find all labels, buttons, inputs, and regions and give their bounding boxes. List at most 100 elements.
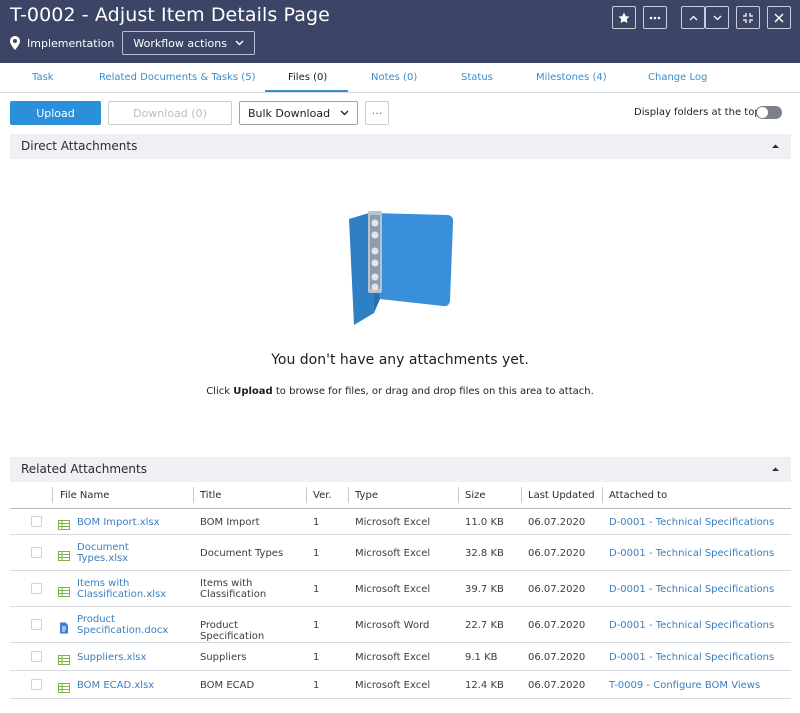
column-header-size[interactable]: Size xyxy=(465,490,486,501)
attached-to-link[interactable]: D-0001 - Technical Specifications xyxy=(609,584,791,595)
column-header-file-name[interactable]: File Name xyxy=(60,490,109,501)
row-checkbox[interactable] xyxy=(31,547,42,558)
file-name-link[interactable]: BOM ECAD.xlsx xyxy=(77,680,189,691)
file-type-line: Microsoft Excel xyxy=(355,516,431,528)
file-title-line: Document Types xyxy=(200,547,284,559)
file-name-link[interactable]: Items with Classification.xlsx xyxy=(77,578,189,600)
table-row[interactable]: BOM ECAD.xlsx BOM ECAD 1 Microsoft Excel 12.… xyxy=(10,671,791,699)
direct-attachments-header[interactable]: Direct Attachments xyxy=(10,134,791,159)
toolbar-more-button[interactable]: ··· xyxy=(365,101,389,125)
file-name-link-line[interactable]: Types.xlsx xyxy=(77,553,189,564)
file-title-line: BOM ECAD xyxy=(200,679,255,691)
column-header-version[interactable]: Ver. xyxy=(313,490,332,501)
file-name-link[interactable]: Document Types.xlsx xyxy=(77,542,189,564)
file-name-link-line[interactable]: Specification.docx xyxy=(77,625,189,636)
chevron-up-icon xyxy=(689,15,697,20)
file-title: BOM ECAD xyxy=(200,680,304,691)
row-checkbox[interactable] xyxy=(31,619,42,630)
table-row[interactable]: Document Types.xlsx Document Types 1 Microso… xyxy=(10,535,791,571)
row-checkbox[interactable] xyxy=(31,583,42,594)
attached-to-link-line[interactable]: T-0009 - Configure BOM Views xyxy=(609,680,791,691)
file-size-line: 12.4 KB xyxy=(465,679,504,691)
tab-milestones[interactable]: Milestones (4) xyxy=(536,72,607,83)
file-name-link-line[interactable]: BOM Import.xlsx xyxy=(77,517,189,528)
attached-to-link[interactable]: T-0009 - Configure BOM Views xyxy=(609,680,791,691)
row-checkbox[interactable] xyxy=(31,651,42,662)
attached-to-link-line[interactable]: D-0001 - Technical Specifications xyxy=(609,517,791,528)
file-name-link[interactable]: BOM Import.xlsx xyxy=(77,517,189,528)
attached-to-link[interactable]: D-0001 - Technical Specifications xyxy=(609,620,791,631)
collapse-caret-icon[interactable] xyxy=(771,465,780,474)
file-name-link-line[interactable]: Document xyxy=(77,542,189,553)
file-version-line: 1 xyxy=(313,516,320,528)
column-header-type[interactable]: Type xyxy=(355,490,378,501)
workflow-state-label: Implementation xyxy=(27,36,115,50)
file-size: 22.7 KB xyxy=(465,620,504,631)
column-separator xyxy=(458,487,459,503)
active-tab-indicator xyxy=(265,90,348,92)
tab-notes[interactable]: Notes (0) xyxy=(371,72,417,83)
collapse-caret-icon[interactable] xyxy=(771,142,780,151)
excel-icon xyxy=(58,651,70,665)
attached-to-link[interactable]: D-0001 - Technical Specifications xyxy=(609,652,791,663)
table-row[interactable]: Suppliers.xlsx Suppliers 1 Microsoft Excel 9… xyxy=(10,643,791,671)
chevron-down-icon xyxy=(235,40,244,46)
bulk-download-label: Bulk Download xyxy=(247,106,331,120)
table-row[interactable]: BOM Import.xlsx BOM Import 1 Microsoft Exce… xyxy=(10,509,791,535)
tab-files[interactable]: Files (0) xyxy=(288,72,327,83)
tab-status[interactable]: Status xyxy=(461,72,493,83)
empty-hint-suffix: to browse for files, or drag and drop fi… xyxy=(275,386,594,397)
related-attachments-header[interactable]: Related Attachments xyxy=(10,457,791,482)
excel-icon xyxy=(58,679,70,693)
attached-to-link-line[interactable]: D-0001 - Technical Specifications xyxy=(609,584,791,595)
bulk-download-button[interactable]: Bulk Download xyxy=(239,101,358,125)
favorite-button[interactable] xyxy=(612,6,636,29)
attached-to-link-line[interactable]: D-0001 - Technical Specifications xyxy=(609,652,791,663)
tab-related-documents[interactable]: Related Documents & Tasks (5) xyxy=(99,72,255,83)
file-size: 32.8 KB xyxy=(465,548,504,559)
column-header-title[interactable]: Title xyxy=(200,490,221,501)
file-name-link[interactable]: Suppliers.xlsx xyxy=(77,652,189,663)
upload-button[interactable]: Upload xyxy=(10,101,101,125)
file-size-line: 11.0 KB xyxy=(465,516,504,528)
close-button[interactable] xyxy=(767,6,791,29)
excel-icon xyxy=(58,516,70,530)
file-last-updated-line: 06.07.2020 xyxy=(528,547,586,559)
page-title: T-0002 - Adjust Item Details Page xyxy=(10,4,330,26)
file-title-line: Product Specification xyxy=(200,619,265,642)
file-type: Microsoft Excel xyxy=(355,584,430,595)
file-name-link-line[interactable]: Suppliers.xlsx xyxy=(77,652,189,663)
attached-to-link-line[interactable]: D-0001 - Technical Specifications xyxy=(609,620,791,631)
file-size-line: 39.7 KB xyxy=(465,583,504,595)
tab-task[interactable]: Task xyxy=(32,72,54,83)
download-button[interactable]: Download (0) xyxy=(108,101,232,125)
row-checkbox[interactable] xyxy=(31,679,42,690)
more-actions-button[interactable] xyxy=(643,6,667,29)
table-row[interactable]: Product Specification.docx Product Specifi… xyxy=(10,607,791,643)
attached-to-link-line[interactable]: D-0001 - Technical Specifications xyxy=(609,548,791,559)
attached-to-link[interactable]: D-0001 - Technical Specifications xyxy=(609,517,791,528)
file-version: 1 xyxy=(313,517,319,528)
row-checkbox[interactable] xyxy=(31,516,42,527)
file-name-link-line[interactable]: Product xyxy=(77,614,189,625)
tab-bar: Task Related Documents & Tasks (5) Files… xyxy=(0,63,800,93)
workflow-actions-button[interactable]: Workflow actions xyxy=(122,31,255,55)
display-folders-toggle[interactable] xyxy=(756,106,782,119)
file-name-link-line[interactable]: Classification.xlsx xyxy=(77,589,189,600)
table-row[interactable]: Items with Classification.xlsx Items with C… xyxy=(10,571,791,607)
column-header-last-updated[interactable]: Last Updated xyxy=(528,490,595,501)
file-version: 1 xyxy=(313,584,319,595)
file-version: 1 xyxy=(313,548,319,559)
file-name-link[interactable]: Product Specification.docx xyxy=(77,614,189,636)
column-separator xyxy=(348,487,349,503)
collapse-button[interactable] xyxy=(736,6,760,29)
file-name-link-line[interactable]: BOM ECAD.xlsx xyxy=(77,680,189,691)
file-last-updated-line: 06.07.2020 xyxy=(528,583,586,595)
tab-change-log[interactable]: Change Log xyxy=(648,72,707,83)
file-title-line: BOM Import xyxy=(200,516,260,528)
file-name-link-line[interactable]: Items with xyxy=(77,578,189,589)
column-header-attached-to[interactable]: Attached to xyxy=(609,490,667,501)
next-item-button[interactable] xyxy=(705,6,729,29)
attached-to-link[interactable]: D-0001 - Technical Specifications xyxy=(609,548,791,559)
previous-item-button[interactable] xyxy=(681,6,705,29)
